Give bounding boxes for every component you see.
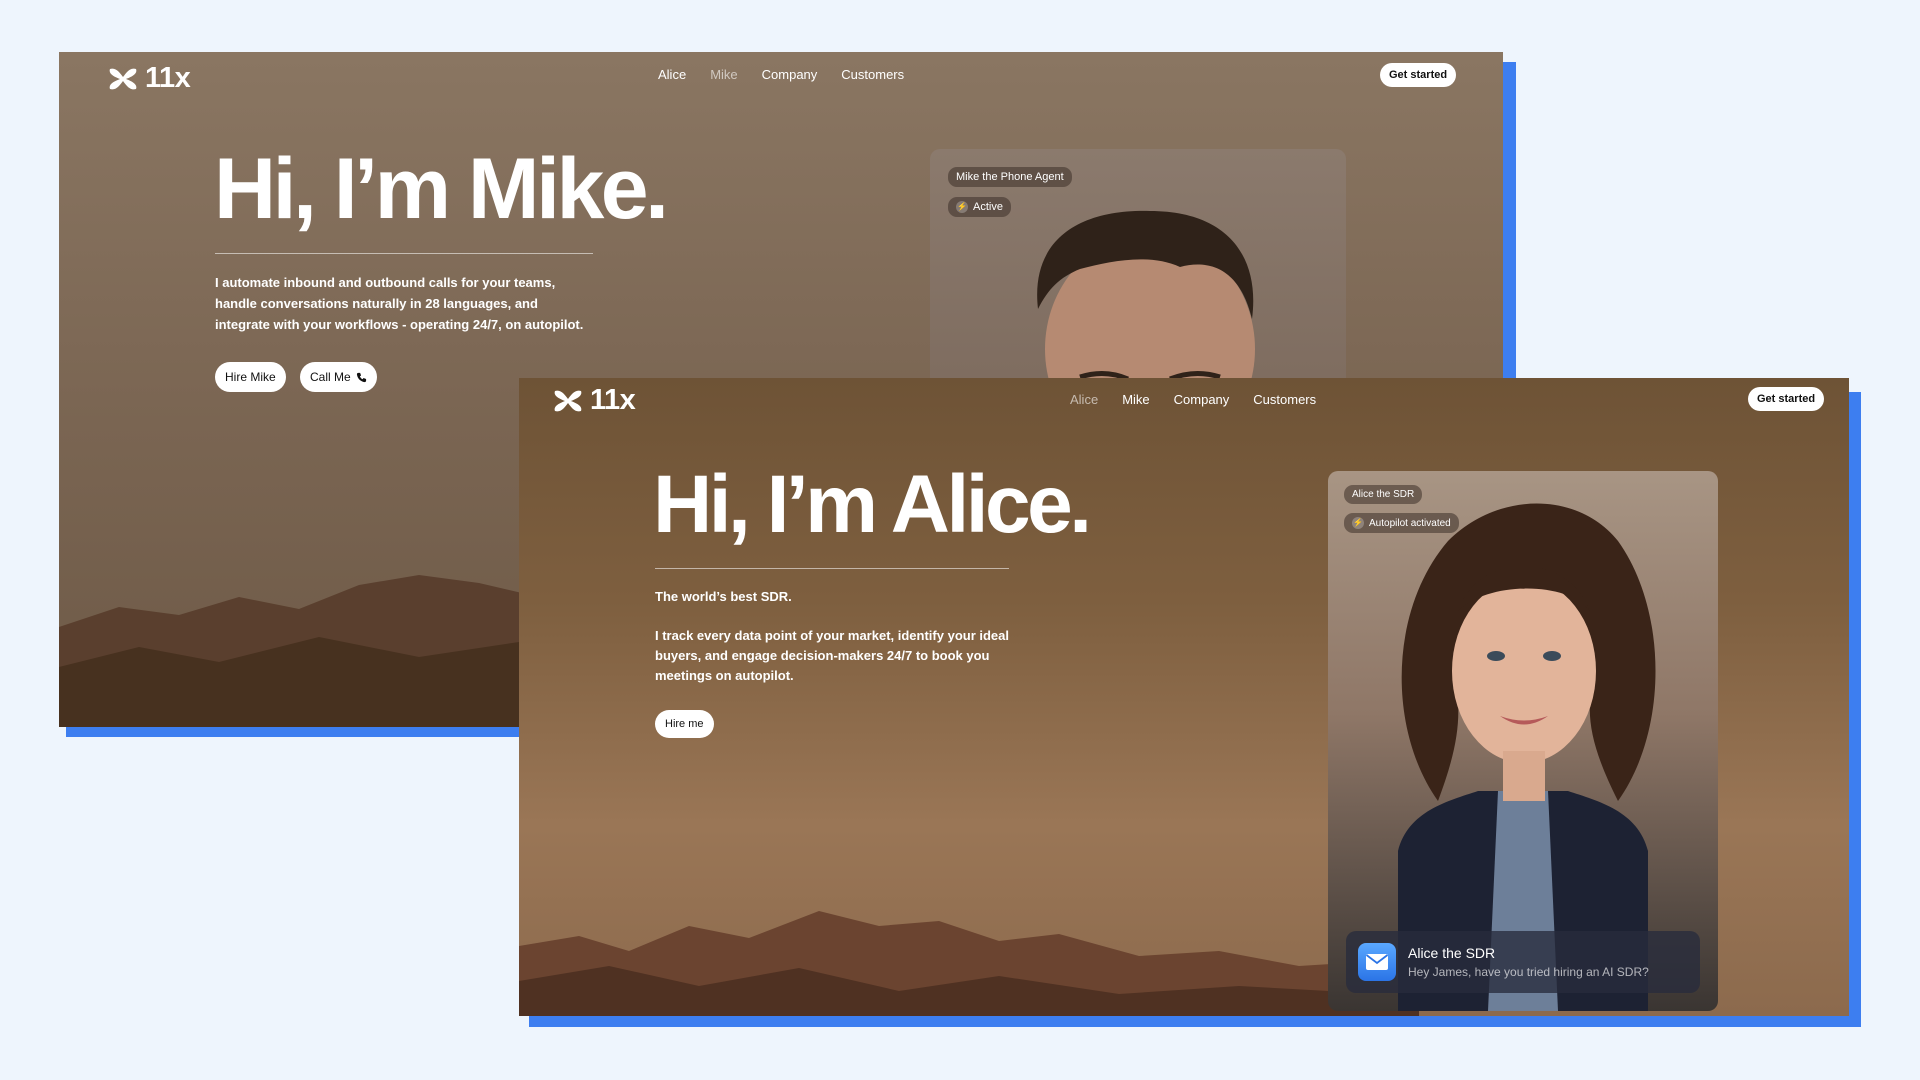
- mike-desc-line: I automate inbound and outbound calls fo…: [215, 275, 556, 290]
- mike-nav-links: Alice Mike Company Customers: [658, 67, 904, 82]
- mike-status-label: Active: [973, 201, 1003, 213]
- hire-mike-label: Hire Mike: [225, 370, 276, 384]
- nav-link-company[interactable]: Company: [1174, 392, 1230, 407]
- get-started-button[interactable]: Get started: [1380, 63, 1457, 87]
- alice-agent-card: Alice the SDR ⚡ Autopilot activated Alic…: [1328, 471, 1718, 1011]
- nav-link-customers[interactable]: Customers: [841, 67, 904, 82]
- logo-mark-icon: [554, 390, 582, 411]
- brand-name: 11x: [145, 62, 191, 94]
- message-title: Alice the SDR: [1408, 945, 1496, 961]
- hire-mike-button[interactable]: Hire Mike: [215, 362, 286, 392]
- message-text-block: Alice the SDR Hey James, have you tried …: [1408, 945, 1649, 979]
- alice-hero-description: I track every data point of your market,…: [655, 626, 1055, 686]
- alice-status-label: Autopilot activated: [1369, 517, 1451, 529]
- alice-agent-name-chip: Alice the SDR: [1344, 485, 1423, 504]
- alice-status-chip: ⚡ Autopilot activated: [1344, 513, 1459, 533]
- phone-icon: [356, 372, 366, 382]
- mike-desc-line: handle conversations naturally in 28 lan…: [215, 296, 538, 311]
- call-me-button[interactable]: Call Me: [300, 362, 377, 392]
- mike-agent-name: Mike the Phone Agent: [956, 171, 1064, 183]
- hire-me-label: Hire me: [665, 718, 704, 730]
- mike-agent-card: Mike the Phone Agent ⚡ Active: [930, 149, 1346, 409]
- alice-agent-name: Alice the SDR: [1352, 489, 1415, 500]
- alice-nav-links: Alice Mike Company Customers: [1070, 392, 1316, 407]
- alice-hero-title: Hi, I’m Alice.: [653, 459, 1092, 550]
- alice-portrait: [1398, 503, 1656, 1011]
- nav-link-mike[interactable]: Mike: [710, 67, 737, 82]
- nav-link-customers[interactable]: Customers: [1253, 392, 1316, 407]
- brand-name: 11x: [590, 384, 636, 416]
- mike-desc-line: integrate with your workflows - operatin…: [215, 317, 584, 332]
- call-me-label: Call Me: [310, 370, 351, 384]
- alice-hero-divider: [655, 568, 1009, 569]
- hire-me-button[interactable]: Hire me: [655, 710, 714, 738]
- nav-link-alice[interactable]: Alice: [658, 67, 686, 82]
- alice-desc-line: meetings on autopilot.: [655, 668, 794, 683]
- mike-agent-name-chip: Mike the Phone Agent: [948, 167, 1072, 187]
- mike-hero-title: Hi, I’m Mike.: [214, 141, 669, 237]
- nav-link-alice[interactable]: Alice: [1070, 392, 1098, 407]
- brand-logo[interactable]: 11x: [107, 62, 191, 95]
- envelope-icon: [1365, 954, 1389, 970]
- get-started-button[interactable]: Get started: [1748, 387, 1825, 411]
- alice-desc-line: I track every data point of your market,…: [655, 628, 1009, 643]
- mike-hero-divider: [215, 253, 593, 254]
- nav-link-company[interactable]: Company: [762, 67, 818, 82]
- mail-icon: [1358, 943, 1396, 981]
- alice-screenshot: 11x Alice Mike Company Customers Get sta…: [519, 378, 1849, 1016]
- mike-hero-description: I automate inbound and outbound calls fo…: [215, 272, 635, 335]
- logo-mark-icon: [109, 68, 137, 89]
- bolt-icon: ⚡: [1352, 517, 1364, 529]
- alice-tagline: The world’s best SDR.: [655, 589, 792, 604]
- mike-status-chip: ⚡ Active: [948, 197, 1011, 217]
- bolt-icon: ⚡: [956, 201, 968, 213]
- mike-portrait: [1037, 210, 1255, 409]
- alice-nav: 11x Alice Mike Company Customers Get sta…: [519, 378, 1849, 438]
- alice-mountains-image: [519, 911, 1419, 1016]
- brand-logo[interactable]: 11x: [552, 384, 636, 417]
- alice-desc-line: buyers, and engage decision-makers 24/7 …: [655, 648, 990, 663]
- message-preview: Hey James, have you tried hiring an AI S…: [1408, 965, 1649, 979]
- message-notification[interactable]: Alice the SDR Hey James, have you tried …: [1346, 931, 1700, 993]
- mike-nav: 11x Alice Mike Company Customers Get sta…: [59, 52, 1503, 112]
- nav-link-mike[interactable]: Mike: [1122, 392, 1149, 407]
